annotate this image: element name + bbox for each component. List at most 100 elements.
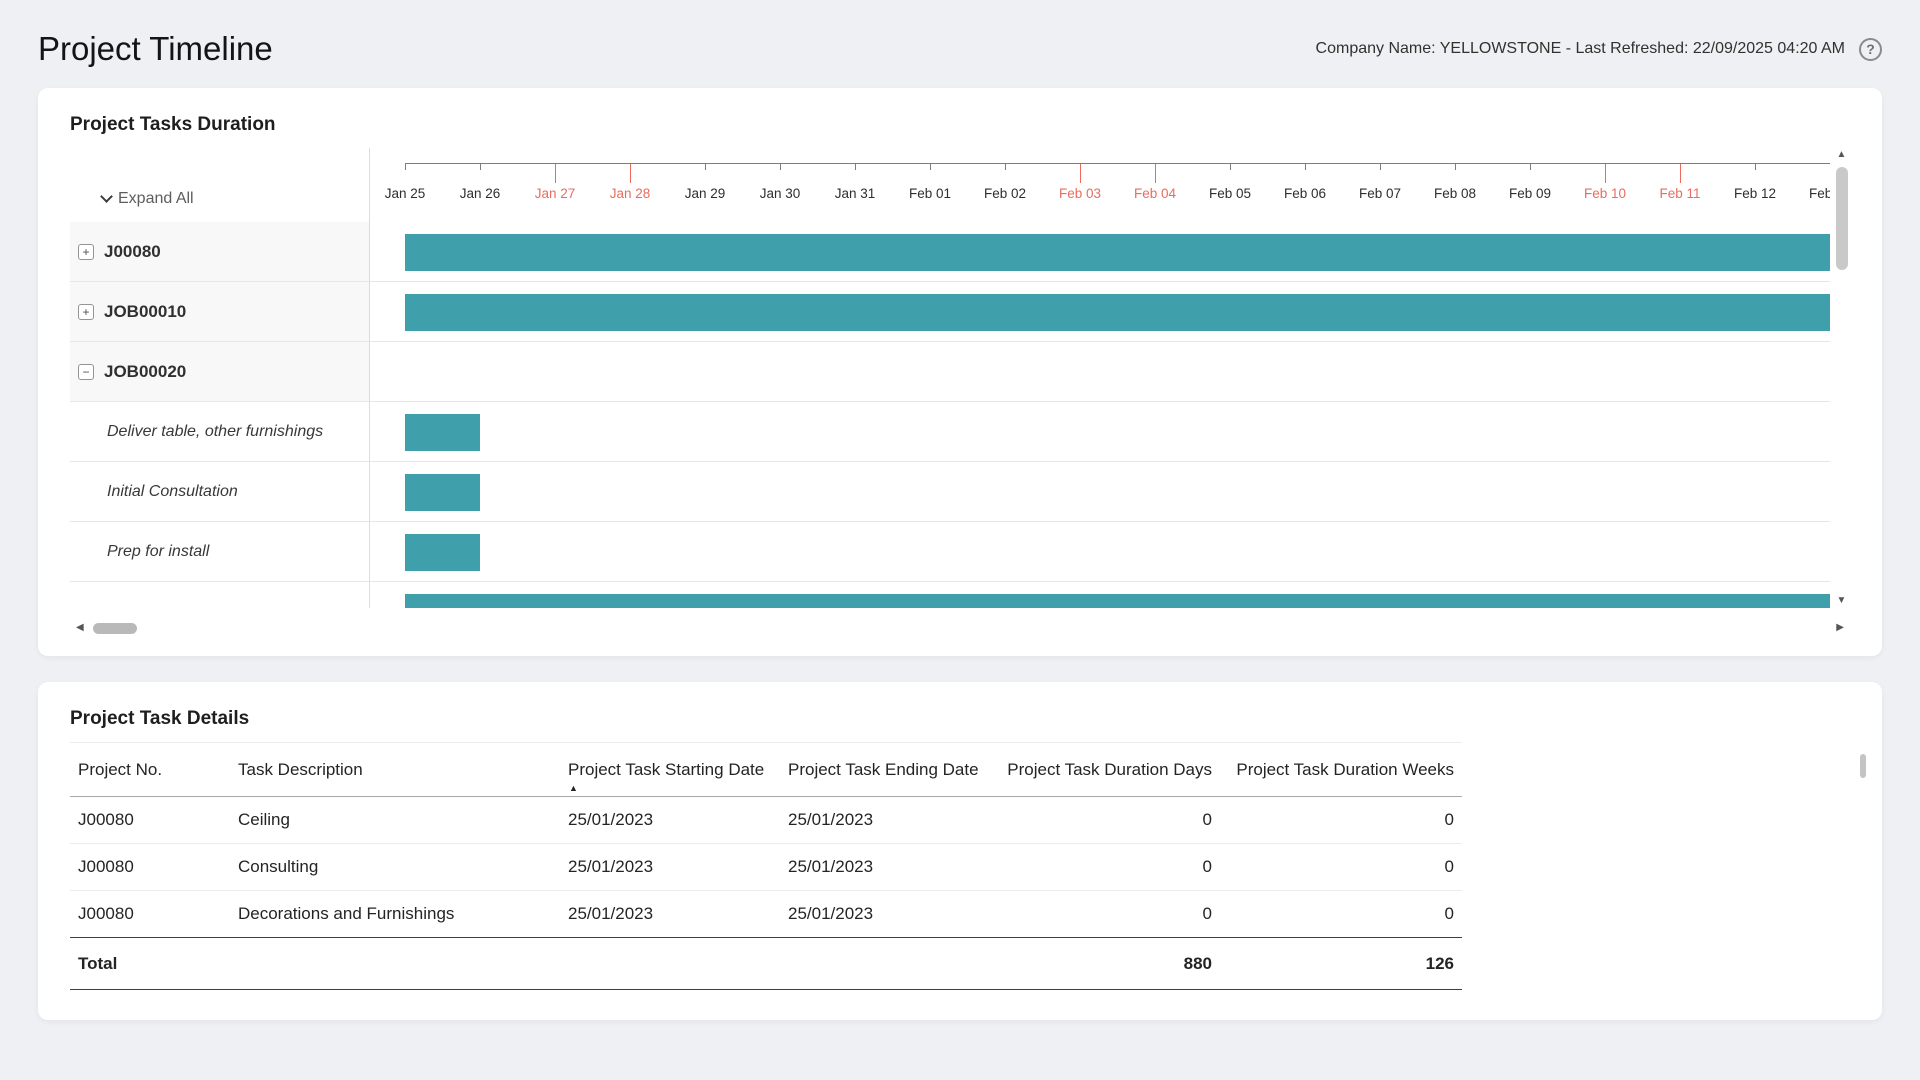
axis-tick	[930, 164, 931, 170]
axis-tick	[1080, 164, 1081, 183]
gantt-lane	[370, 402, 1830, 462]
table-cell: 0	[990, 844, 1220, 891]
header-right: Company Name: YELLOWSTONE - Last Refresh…	[1316, 38, 1882, 61]
axis-tick	[1305, 164, 1306, 170]
details-scroll-thumb[interactable]	[1860, 754, 1866, 778]
expand-all-label: Expand All	[118, 190, 194, 208]
gantt-axis-line	[405, 163, 1830, 164]
axis-tick	[1680, 164, 1681, 183]
gantt-row-label[interactable]: −JOB00020	[70, 342, 369, 402]
gantt-card-title: Project Tasks Duration	[70, 114, 1850, 136]
horizontal-scroll-thumb[interactable]	[93, 623, 137, 634]
gantt-chart: Expand All Jan 25Jan 26Jan 27Jan 28Jan 2…	[70, 148, 1850, 608]
gantt-bar[interactable]	[405, 474, 480, 511]
table-cell: 0	[1220, 797, 1462, 844]
gantt-bar[interactable]	[405, 534, 480, 571]
table-cell: 0	[990, 891, 1220, 938]
axis-date-label: Feb 08	[1434, 186, 1476, 201]
column-header-label: Project No.	[78, 760, 162, 779]
axis-tick	[405, 164, 406, 170]
expand-icon[interactable]: +	[78, 244, 94, 260]
column-header[interactable]: Project Task Duration Weeks	[1220, 743, 1462, 797]
column-header[interactable]: Project Task Ending Date	[780, 743, 990, 797]
column-header[interactable]: Project Task Starting Date ▲	[560, 743, 780, 797]
gantt-row-label[interactable]: +J00080	[70, 222, 369, 282]
table-cell: J00080	[70, 797, 230, 844]
gantt-lane	[370, 282, 1830, 342]
axis-date-label: Feb 03	[1059, 186, 1101, 201]
gantt-vertical-scrollbar[interactable]: ▲ ▼	[1833, 148, 1850, 608]
collapse-icon[interactable]: −	[78, 364, 94, 380]
axis-date-label: Feb 01	[909, 186, 951, 201]
table-cell: 0	[1220, 891, 1462, 938]
gantt-row-label-text: Prep for install	[107, 543, 209, 561]
gantt-row-labels: +J00080+JOB00010−JOB00020Deliver table, …	[70, 222, 370, 608]
axis-tick	[1605, 164, 1606, 183]
vertical-scroll-thumb[interactable]	[1836, 167, 1848, 270]
axis-date-label: Feb 12	[1734, 186, 1776, 201]
column-header[interactable]: Task Description	[230, 743, 560, 797]
help-icon[interactable]: ?	[1859, 38, 1882, 61]
axis-tick	[705, 164, 706, 170]
gantt-lane	[370, 342, 1830, 402]
sort-ascending-icon: ▲	[569, 784, 578, 793]
gantt-lane	[370, 582, 1830, 608]
column-header[interactable]: Project Task Duration Days	[990, 743, 1220, 797]
chevron-down-icon	[100, 190, 113, 203]
axis-date-label: Feb 09	[1509, 186, 1551, 201]
scroll-left-icon[interactable]: ◀	[76, 621, 84, 635]
axis-date-label: Jan 30	[760, 186, 801, 201]
table-cell: 25/01/2023	[560, 891, 780, 938]
table-cell: J00080	[70, 844, 230, 891]
axis-date-label: Jan 26	[460, 186, 501, 201]
vertical-scroll-track[interactable]	[1836, 162, 1848, 594]
axis-tick	[1455, 164, 1456, 170]
gantt-lane	[370, 222, 1830, 282]
total-row: Total 880 126	[70, 938, 1462, 990]
axis-tick	[555, 164, 556, 183]
table-cell: 25/01/2023	[560, 844, 780, 891]
axis-date-label: Feb 11	[1659, 186, 1700, 201]
details-tbody: J00080Ceiling25/01/202325/01/202300J0008…	[70, 797, 1462, 938]
table-cell: 25/01/2023	[560, 797, 780, 844]
scroll-up-icon[interactable]: ▲	[1837, 148, 1847, 162]
axis-tick	[1755, 164, 1756, 170]
gantt-bar[interactable]	[405, 414, 480, 451]
gantt-bar[interactable]	[405, 294, 1830, 331]
table-cell: 25/01/2023	[780, 797, 990, 844]
axis-date-label: Jan 27	[535, 186, 576, 201]
scroll-down-icon[interactable]: ▼	[1837, 594, 1847, 608]
table-cell: J00080	[70, 891, 230, 938]
total-duration-weeks: 126	[1220, 938, 1462, 990]
axis-date-label: Jan 29	[685, 186, 726, 201]
column-header-label: Project Task Duration Days	[1007, 760, 1212, 779]
axis-date-label: Jan 25	[385, 186, 426, 201]
gantt-horizontal-scrollbar[interactable]: ◀ ▶	[70, 620, 1850, 636]
axis-tick	[1530, 164, 1531, 170]
table-row[interactable]: J00080Ceiling25/01/202325/01/202300	[70, 797, 1462, 844]
axis-tick	[780, 164, 781, 170]
column-header[interactable]: Project No.	[70, 743, 230, 797]
table-row[interactable]: J00080Decorations and Furnishings25/01/2…	[70, 891, 1462, 938]
gantt-bar[interactable]	[405, 594, 1830, 608]
axis-tick	[1155, 164, 1156, 183]
axis-date-label: Feb 07	[1359, 186, 1401, 201]
table-row[interactable]: J00080Consulting25/01/202325/01/202300	[70, 844, 1462, 891]
page-title: Project Timeline	[38, 30, 273, 68]
axis-tick	[1005, 164, 1006, 170]
column-header-label: Task Description	[238, 760, 363, 779]
gantt-row-label[interactable]: +JOB00010	[70, 282, 369, 342]
table-cell: 25/01/2023	[780, 891, 990, 938]
column-header-label: Project Task Starting Date	[568, 760, 764, 779]
details-card: Project Task Details Project No. Task Des…	[38, 682, 1882, 1020]
table-cell: 25/01/2023	[780, 844, 990, 891]
axis-date-label: Feb 04	[1134, 186, 1176, 201]
gantt-row-label: Deliver table, other furnishings	[70, 402, 369, 462]
total-label: Total	[70, 938, 990, 990]
expand-all-button[interactable]: Expand All	[102, 190, 194, 208]
expand-icon[interactable]: +	[78, 304, 94, 320]
gantt-axis: Jan 25Jan 26Jan 27Jan 28Jan 29Jan 30Jan …	[370, 148, 1830, 222]
scroll-right-icon[interactable]: ▶	[1836, 621, 1844, 635]
gantt-bar[interactable]	[405, 234, 1830, 271]
details-card-title: Project Task Details	[70, 708, 1850, 730]
